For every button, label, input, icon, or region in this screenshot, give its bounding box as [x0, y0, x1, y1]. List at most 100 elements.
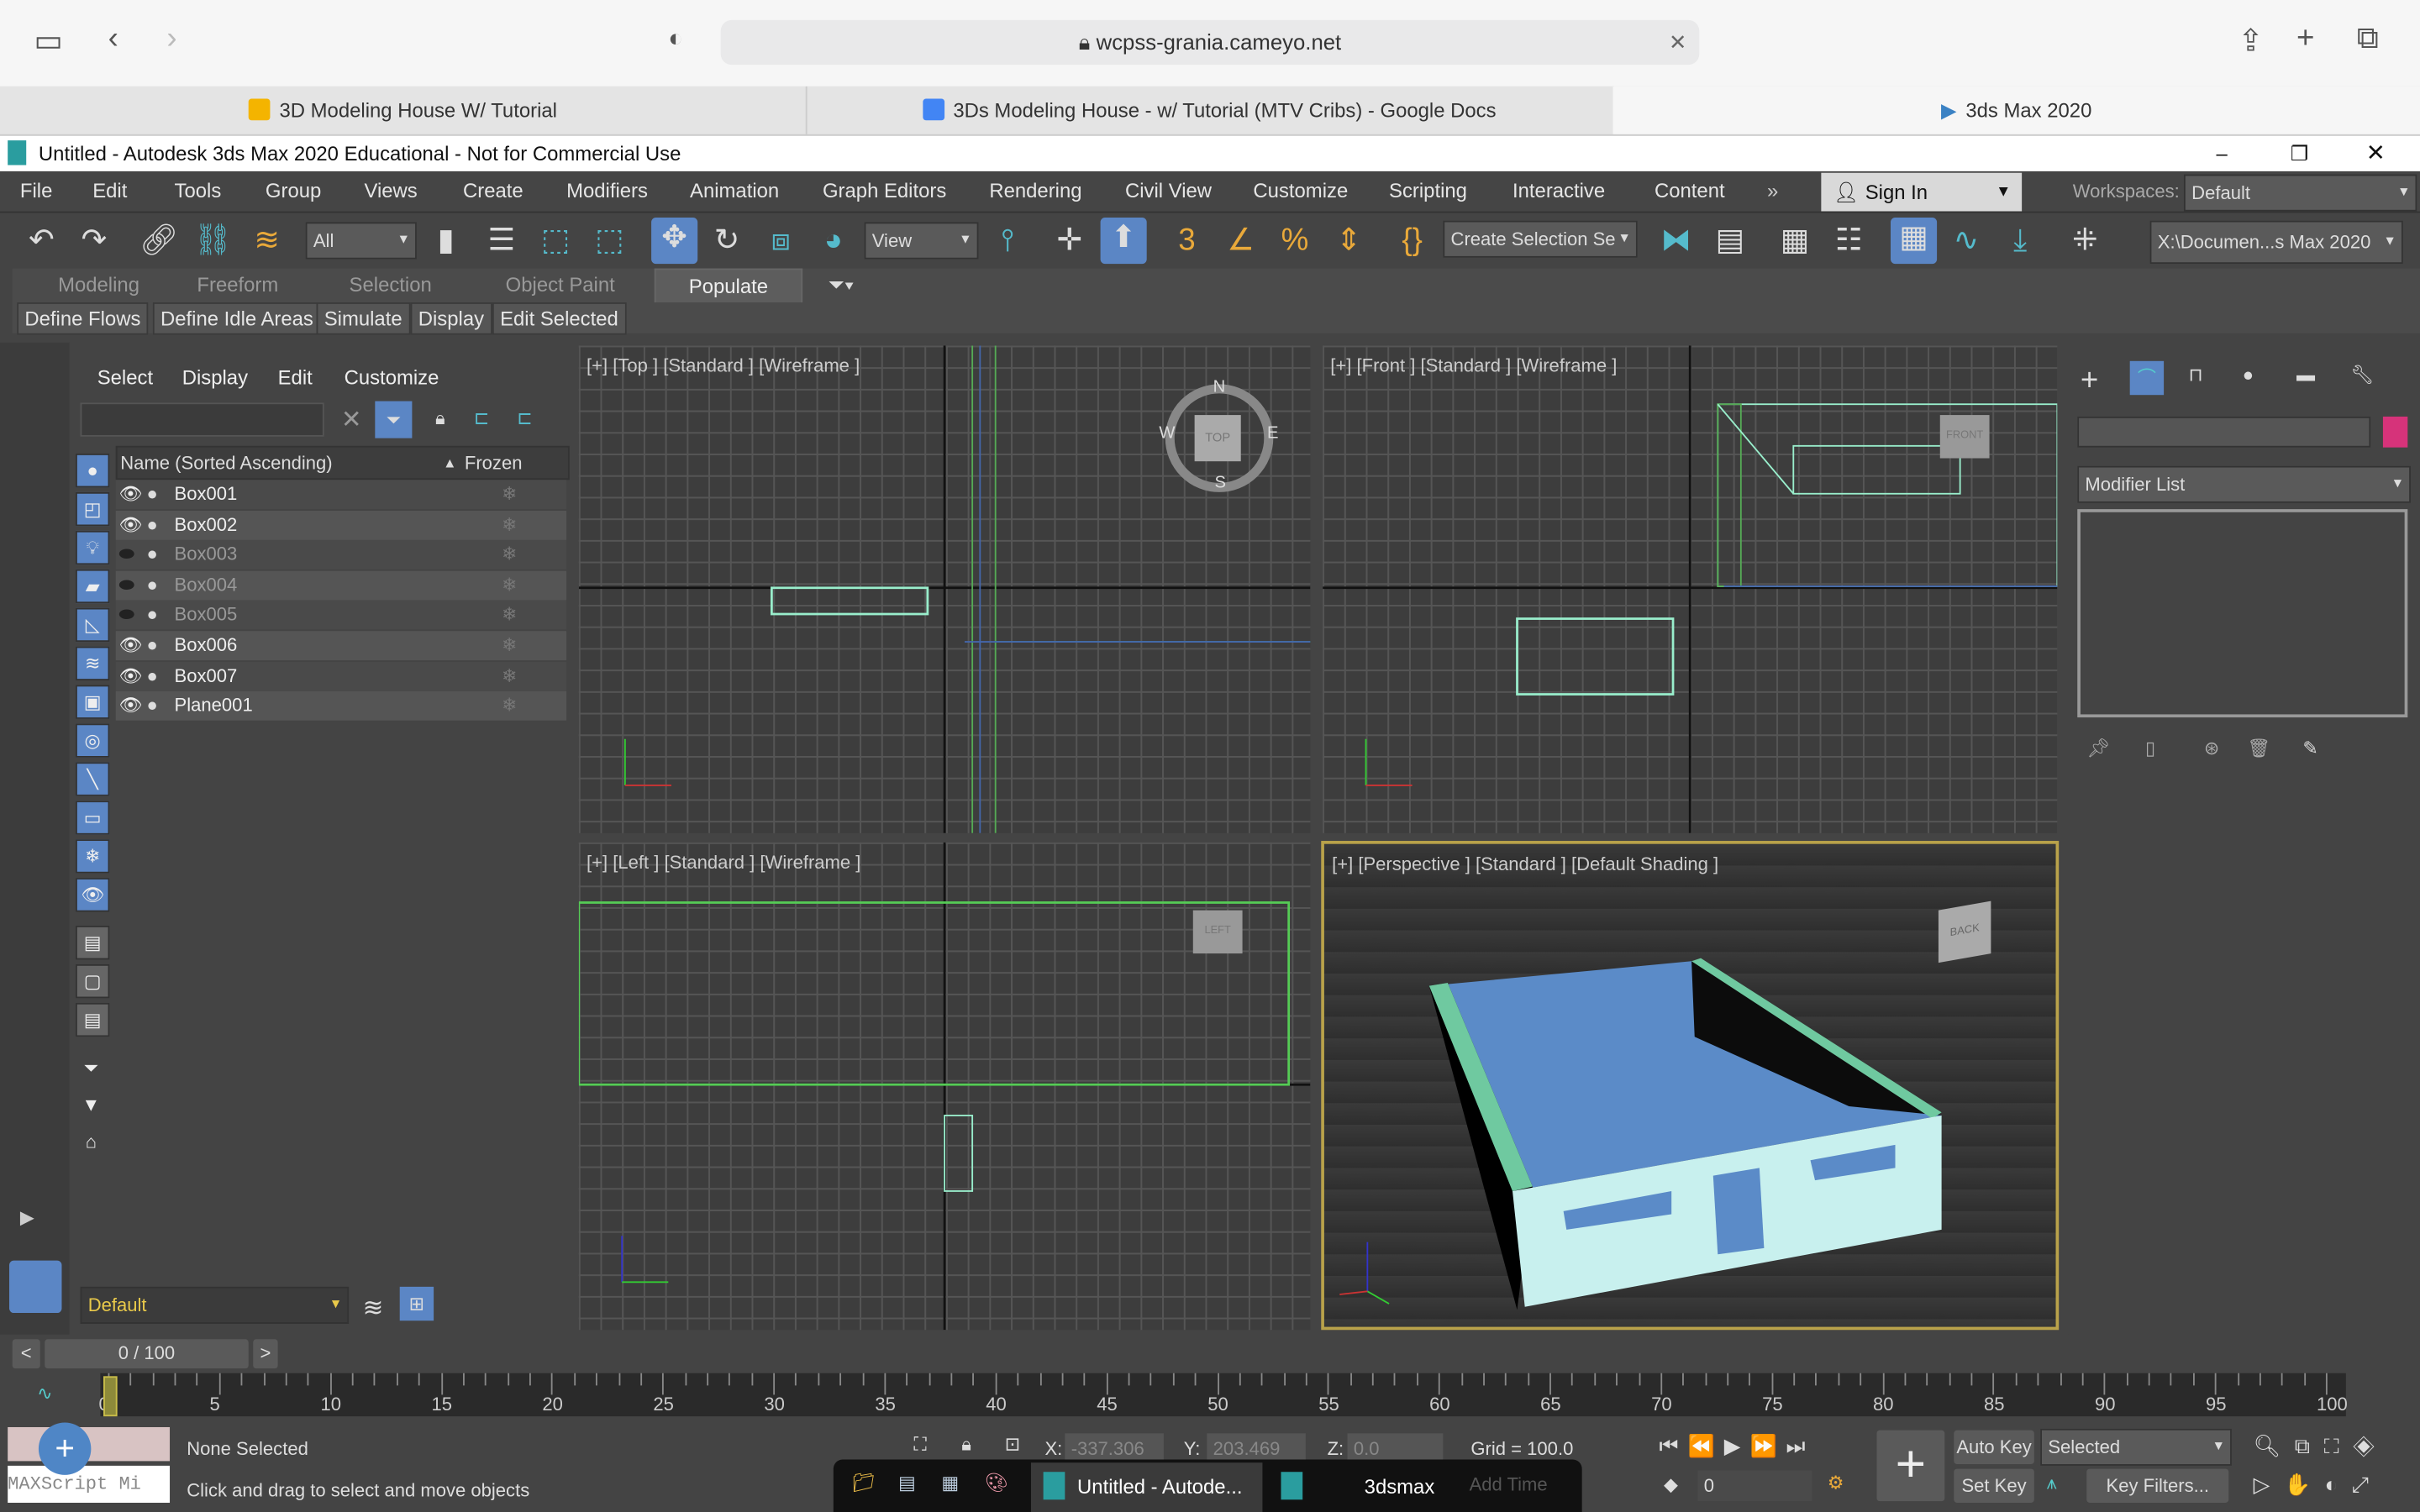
name-column-header[interactable]: Name (Sorted Ascending) — [120, 448, 332, 479]
simulate-button[interactable]: Simulate — [316, 302, 410, 335]
frozen-snowflake-icon[interactable]: ❄ — [502, 631, 517, 660]
pin-stack-icon[interactable]: 📌︎ — [2086, 738, 2110, 759]
explorer-row[interactable]: 👁︎ ● Plane001 ❄ — [115, 691, 567, 722]
filter-frozen-icon[interactable]: ❄ — [76, 839, 110, 874]
menu-tools[interactable]: Tools — [175, 173, 222, 210]
current-time-marker[interactable] — [103, 1376, 118, 1417]
render-toggle-icon[interactable]: ● — [146, 601, 157, 630]
layers-icon[interactable]: ≋ — [363, 1293, 384, 1324]
render-toggle-icon[interactable]: ● — [146, 510, 157, 539]
filter-spacewarps-icon[interactable]: ≋ — [76, 646, 110, 681]
menu-file[interactable]: File — [20, 173, 52, 210]
remove-modifier-icon[interactable]: 🗑︎ — [2247, 738, 2270, 759]
ribbon-tab-freeform[interactable]: Freeform — [182, 269, 293, 302]
menu-create[interactable]: Create — [463, 173, 523, 210]
clear-url-icon[interactable]: ✕ — [1669, 20, 1687, 65]
shield-icon[interactable]: ◐ — [668, 26, 683, 54]
menu-civil-view[interactable]: Civil View — [1125, 173, 1212, 210]
viewport-left[interactable]: [+] [Left ] [Standard ] [Wireframe ] LEF… — [578, 842, 1311, 1331]
sign-in-button[interactable]: 👤︎ Sign In ▼ — [1821, 172, 2023, 212]
frozen-snowflake-icon[interactable]: ❄ — [502, 510, 517, 539]
select-object-icon[interactable]: ▮ — [426, 221, 466, 261]
frozen-snowflake-icon[interactable]: ❄ — [502, 691, 517, 721]
viewcube-perspective[interactable]: BACK — [1938, 900, 1991, 963]
explorer-row[interactable]: 👁︎ ● Box002 ❄ — [115, 510, 567, 540]
object-color-swatch[interactable] — [2382, 416, 2408, 448]
hierarchy-toggle-icon[interactable]: ⊏ — [517, 407, 532, 429]
modify-tab-icon[interactable]: ⌒ — [2129, 360, 2165, 396]
render-toggle-icon[interactable]: ● — [146, 480, 157, 509]
visibility-eye-icon[interactable]: ⬬ — [118, 540, 134, 570]
filter-geometry-icon[interactable]: ● — [76, 454, 110, 488]
maxscript-mini-input[interactable]: MAXScript Mi — [8, 1465, 171, 1503]
address-bar[interactable]: 🔒︎ wcpss-grania.cameyo.net ✕ — [720, 19, 1700, 66]
filter-cameras-icon[interactable]: ▰ — [76, 569, 110, 604]
render-toggle-icon[interactable]: ● — [146, 661, 157, 690]
filter-xrefs-icon[interactable]: ◎ — [76, 723, 110, 758]
viewport-top[interactable]: [+] [Top ] [Standard ] [Wireframe ] N S … — [578, 345, 1311, 833]
filter-icon[interactable]: ⏷ — [375, 401, 413, 438]
unlink-icon[interactable]: ⛓︎ — [193, 221, 234, 261]
key-tangent-icon[interactable]: ⩚ — [2047, 1472, 2057, 1495]
key-mode-dropdown[interactable]: Selected — [2040, 1428, 2232, 1466]
current-frame-spinner[interactable]: 0 — [1697, 1470, 1812, 1502]
funnel-icon[interactable]: ▼ — [76, 1089, 107, 1121]
utilities-tab-icon[interactable]: 🔧︎ — [2350, 364, 2374, 386]
curve-editor-mini-icon[interactable]: ∿ — [37, 1383, 52, 1404]
time-configuration-icon[interactable]: ⚙ — [1828, 1472, 1844, 1494]
share-icon[interactable]: ⇪ — [2238, 22, 2264, 60]
taskbar-item-add-time[interactable]: Add Time — [1470, 1473, 1548, 1495]
select-manipulate-icon[interactable]: ✛ — [1050, 221, 1090, 261]
curve-editor-icon[interactable]: ∿ — [1946, 221, 1986, 261]
viewport-label-top[interactable]: [+] [Top ] [Standard ] [Wireframe ] — [587, 354, 860, 376]
show-end-result-icon[interactable]: ▯ — [2145, 738, 2155, 759]
undo-icon[interactable]: ↶ — [22, 221, 62, 261]
explorer-row[interactable]: 👁︎ ● Box001 ❄ — [115, 480, 567, 510]
frozen-column-header[interactable]: Frozen — [465, 448, 523, 479]
keyboard-shortcut-override-icon[interactable]: ⬆ — [1100, 217, 1147, 265]
viewport-layout-icon[interactable] — [9, 1260, 62, 1314]
timeline-track[interactable]: 0510152025303540455055606570758085909510… — [99, 1373, 2348, 1417]
viewport-label-perspective[interactable]: [+] [Perspective ] [Standard ] [Default … — [1332, 853, 1718, 875]
taskbar-item-3dsmax-window[interactable]: Untitled - Autode... — [1030, 1462, 1263, 1512]
filter-bones-icon[interactable]: ╲ — [76, 762, 110, 796]
modifier-stack[interactable] — [2077, 509, 2408, 718]
notepad-icon[interactable]: ▤ — [898, 1472, 916, 1494]
viewport-nav-controls[interactable]: 🔍︎⧉⛶◈ — [2254, 1433, 2389, 1459]
filter-lights-icon[interactable]: 💡︎ — [76, 530, 110, 565]
display-none-icon[interactable]: ▢ — [76, 963, 110, 999]
rotate-icon[interactable]: ↻ — [707, 221, 747, 261]
expand-layouts-icon[interactable]: ▶ — [20, 1206, 34, 1228]
visibility-eye-icon[interactable]: 👁︎ — [118, 661, 142, 690]
menu-rendering[interactable]: Rendering — [989, 173, 1081, 210]
edit-named-selection-icon[interactable]: {} — [1392, 221, 1433, 261]
visibility-eye-icon[interactable]: 👁︎ — [118, 480, 142, 509]
visibility-eye-icon[interactable]: ⬬ — [118, 570, 134, 600]
visibility-eye-icon[interactable]: 👁︎ — [118, 691, 142, 721]
menu-views[interactable]: Views — [364, 173, 417, 210]
new-tab-icon[interactable]: + — [2296, 22, 2314, 57]
viewport-label-left[interactable]: [+] [Left ] [Standard ] [Wireframe ] — [587, 852, 860, 874]
explorer-row[interactable]: ⬬ ● Box004 ❄ — [115, 570, 567, 601]
time-slider-handle[interactable]: 0 / 100 — [45, 1339, 249, 1369]
filter-shapes-icon[interactable]: ◰ — [76, 491, 110, 527]
playback-controls[interactable]: ⏮⏪▶⏩⏭ — [1659, 1433, 1814, 1459]
select-by-name-icon[interactable]: ☰ — [481, 221, 522, 261]
display-button[interactable]: Display — [410, 302, 492, 335]
menu-graph-editors[interactable]: Graph Editors — [823, 173, 946, 210]
menu-animation[interactable]: Animation — [690, 173, 779, 210]
key-filters-button[interactable]: Key Filters... — [2086, 1468, 2229, 1503]
tabs-overview-icon[interactable]: ⧉ — [2357, 22, 2379, 57]
find-filter-icon[interactable]: ⏷ — [76, 1053, 107, 1084]
taskbar-item-3dsmax[interactable]: 3dsmax — [1269, 1462, 1501, 1512]
scale-icon[interactable]: ⧈ — [761, 221, 802, 261]
hierarchy-icon[interactable]: ⊏ — [474, 407, 489, 429]
material-editor-icon[interactable]: ⁜ — [2065, 221, 2106, 261]
explorer-menu-display[interactable]: Display — [182, 365, 248, 389]
create-tab-icon[interactable]: + — [2081, 364, 2098, 399]
redo-icon[interactable]: ↷ — [74, 221, 114, 261]
hierarchy-tab-icon[interactable]: ⊓ — [2188, 364, 2202, 386]
layer-explorer-icon[interactable]: ☷ — [1829, 221, 1870, 261]
visibility-eye-icon[interactable]: 👁︎ — [118, 510, 142, 539]
make-unique-icon[interactable]: ⊛ — [2204, 738, 2219, 759]
